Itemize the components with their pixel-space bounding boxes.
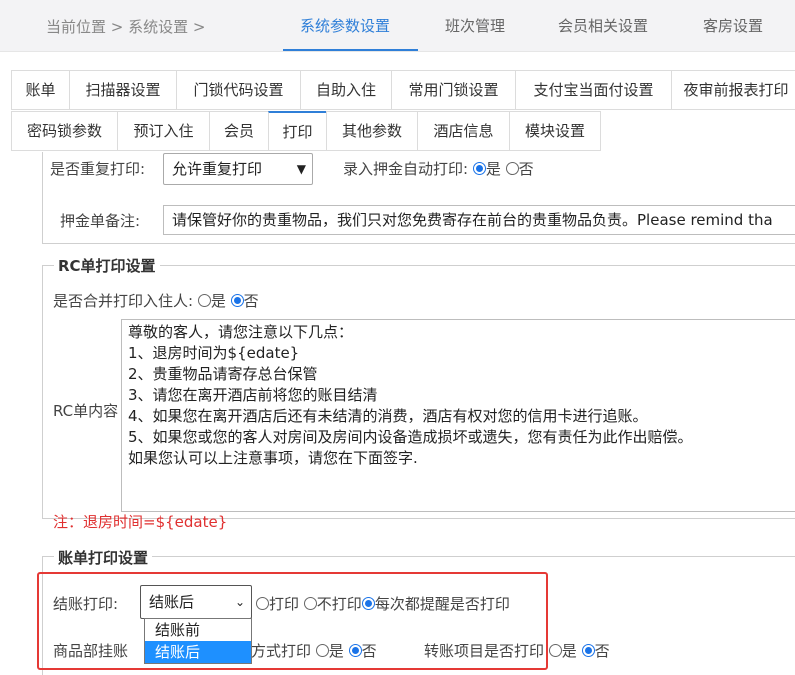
chevron-down-icon: ▼ (296, 162, 306, 176)
option-before-checkout[interactable]: 结账前 (145, 619, 251, 641)
goods-print-no-radio[interactable] (348, 644, 362, 657)
bill-legend: 账单打印设置 (54, 547, 153, 568)
checkout-print-value: 结账后 (149, 593, 195, 611)
tab-print[interactable]: 打印 (268, 111, 327, 151)
tab-scanner[interactable]: 扫描器设置 (69, 70, 177, 110)
rc-merge-no-radio[interactable] (230, 294, 244, 307)
goods-print-yes-radio[interactable] (315, 644, 329, 657)
rc-content-line: 如果您认可以上注意事项，请您在下面签字. (128, 449, 418, 467)
checkout-print-label: 结账打印: (53, 595, 119, 613)
tab-member[interactable]: 会员 (209, 111, 269, 151)
nav-shift-management[interactable]: 班次管理 (445, 15, 505, 36)
rc-merge-label: 是否合并打印入住人: 是 否 (53, 292, 259, 310)
chevron-down-icon: ⌄ (234, 595, 245, 609)
auto-print-yes-label: 是 (485, 160, 501, 178)
deposit-remark-label: 押金单备注: (60, 212, 141, 230)
transfer-no-radio[interactable] (581, 644, 595, 657)
rc-merge-yes-label: 是 (210, 292, 226, 310)
repeat-print-label: 是否重复打印: (50, 160, 146, 178)
ask-each-radio[interactable] (361, 597, 375, 610)
rc-note: 注：退房时间=${edate} (53, 513, 228, 531)
tab-self-checkin[interactable]: 自助入住 (300, 70, 392, 110)
top-bar: 当前位置 > 系统设置 > 系统参数设置 班次管理 会员相关设置 客房设置 (0, 0, 795, 52)
no-print-label: 不打印 (316, 595, 362, 613)
rc-content-line: 4、如果您在离开酒店后还有未结清的消费，酒店有权对您的信用卡进行追账。 (128, 407, 648, 425)
goods-print-options: 方式打印 是 否 (251, 642, 377, 660)
no-print-radio[interactable] (303, 597, 317, 610)
tab-bill[interactable]: 账单 (11, 70, 70, 110)
tab-common-lock[interactable]: 常用门锁设置 (391, 70, 516, 110)
transfer-yes-label: 是 (561, 642, 577, 660)
tab-night-audit[interactable]: 夜审前报表打印 (671, 70, 795, 110)
breadcrumb: 当前位置 > 系统设置 > (46, 18, 206, 36)
tab-reservation-checkin[interactable]: 预订入住 (117, 111, 210, 151)
tab-other-params[interactable]: 其他参数 (326, 111, 418, 151)
rc-content-line: 3、请您在离开酒店前将您的账目结清 (128, 386, 378, 404)
tab-lock-code[interactable]: 门锁代码设置 (176, 70, 301, 110)
tab-alipay[interactable]: 支付宝当面付设置 (515, 70, 672, 110)
rc-legend: RC单打印设置 (54, 255, 160, 276)
rc-content-line: 1、退房时间为${edate} (128, 344, 300, 362)
checkout-print-dropdown[interactable]: 结账前 结账后 (144, 618, 252, 664)
rc-merge-yes-radio[interactable] (197, 294, 211, 307)
auto-print-yes-radio[interactable] (472, 162, 486, 175)
active-nav-underline (283, 49, 418, 51)
tab-module-settings[interactable]: 模块设置 (509, 111, 601, 151)
tab-password-lock[interactable]: 密码锁参数 (11, 111, 118, 151)
transfer-yes-radio[interactable] (548, 644, 562, 657)
checkout-print-select[interactable]: 结账后 ⌄ (140, 585, 252, 619)
goods-print-label-start: 商品部挂账 (53, 642, 129, 660)
print-settings-panel[interactable]: 是否重复打印: 允许重复打印 ▼ 录入押金自动打印: 是 否 押金单备注: 请保… (0, 152, 795, 675)
rc-content-label: RC单内容 (53, 402, 119, 420)
repeat-print-select[interactable]: 允许重复打印 ▼ (163, 153, 313, 185)
goods-print-yes-label: 是 (328, 642, 344, 660)
option-after-checkout[interactable]: 结账后 (145, 641, 251, 663)
transfer-no-label: 否 (594, 642, 610, 660)
nav-system-params[interactable]: 系统参数设置 (300, 15, 390, 36)
rc-content-textarea[interactable]: 尊敬的客人，请您注意以下几点： 1、退房时间为${edate} 2、贵重物品请寄… (121, 319, 795, 512)
settings-tabs: 账单 扫描器设置 门锁代码设置 自助入住 常用门锁设置 支付宝当面付设置 夜审前… (0, 52, 795, 152)
auto-print-no-label: 否 (518, 160, 534, 178)
deposit-remark-input[interactable]: 请保管好你的贵重物品，我们只对您免费寄存在前台的贵重物品负责。Please re… (163, 205, 795, 235)
tab-hotel-info[interactable]: 酒店信息 (417, 111, 510, 151)
auto-print-no-radio[interactable] (505, 162, 519, 175)
transfer-print-options: 转账项目是否打印 是 否 (424, 642, 610, 660)
goods-print-no-label: 否 (361, 642, 377, 660)
rc-content-line: 2、贵重物品请寄存总台保管 (128, 365, 318, 383)
nav-room-settings[interactable]: 客房设置 (703, 15, 763, 36)
ask-each-label: 每次都提醒是否打印 (374, 595, 510, 613)
rc-content-line: 5、如果您或您的客人对房间及房间内设备造成损坏或遗失，您有责任为此作出赔偿。 (128, 428, 693, 446)
rc-content-line: 尊敬的客人，请您注意以下几点： (128, 323, 354, 341)
print-radio[interactable] (256, 597, 269, 610)
repeat-print-value: 允许重复打印 (172, 160, 263, 178)
nav-member-settings[interactable]: 会员相关设置 (558, 15, 648, 36)
checkout-print-options: 打印 不打印 每次都提醒是否打印 (256, 593, 510, 614)
print-label: 打印 (269, 595, 300, 613)
auto-print-label: 录入押金自动打印: 是 否 (343, 160, 534, 178)
rc-merge-no-label: 否 (243, 292, 259, 310)
